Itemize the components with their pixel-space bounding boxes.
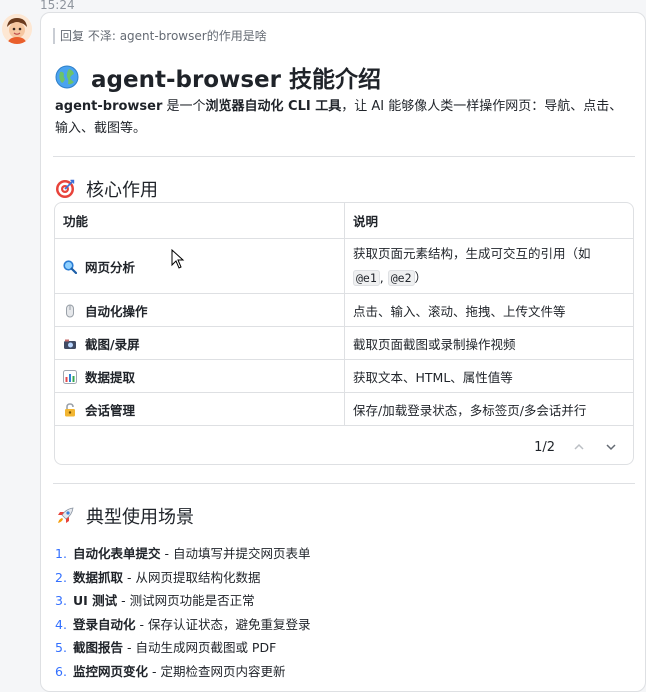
intro-tool-name: agent-browser — [55, 99, 163, 114]
column-header-feature: 功能 — [55, 203, 345, 239]
pager-indicator: 1/2 — [534, 439, 555, 455]
list-item: 1. 自动化表单提交 - 自动填写并提交网页表单 — [55, 542, 635, 566]
section-heading-core: 核心作用 — [55, 176, 158, 202]
desc-cell: 保存/加载登录状态，多标签页/多会话并行 — [344, 392, 633, 426]
reply-quoted-text: agent-browser的作用是啥 — [119, 29, 267, 43]
pager-next-button[interactable] — [603, 439, 619, 455]
desc-tail: ） — [414, 270, 428, 285]
table-row: 会话管理 保存/加载登录状态，多标签页/多会话并行 — [55, 392, 633, 426]
desc-cell: 获取文本、HTML、属性值等 — [344, 359, 633, 393]
usecase-name: 自动化表单提交 — [72, 546, 161, 561]
feature-name: 截图/录屏 — [85, 336, 140, 352]
globe-icon — [55, 65, 79, 89]
pager-prev-button[interactable] — [571, 439, 587, 455]
reply-prefix: 回复 不泽: — [60, 29, 116, 43]
column-header-desc: 说明 — [344, 203, 633, 239]
mouse-icon — [66, 304, 74, 317]
usecase-name: 数据抓取 — [72, 569, 123, 585]
list-number: 3. — [55, 593, 67, 608]
section-heading-usecases: 典型使用场景 — [55, 503, 194, 529]
usecase-name: UI 测试 — [72, 593, 118, 608]
table-row: 截图/录屏 截取页面截图或录制操作视频 — [55, 326, 633, 360]
list-item: 5. 截图报告 - 自动生成网页截图或 PDF — [55, 636, 635, 660]
list-item: 6. 监控网页变化 - 定期检查网页内容更新 — [55, 660, 635, 684]
desc-text: 获取页面元素结构，生成可交互的引用（如 — [353, 246, 591, 261]
usecase-desc: - 定期检查网页内容更新 — [148, 663, 286, 679]
intro-paragraph: agent-browser 是一个浏览器自动化 CLI 工具，让 AI 能够像人… — [55, 96, 635, 140]
desc-separator: , — [379, 270, 388, 285]
section-title-core: 核心作用 — [86, 180, 158, 201]
table-row: 自动化操作 点击、输入、滚动、拖拽、上传文件等 — [55, 293, 633, 327]
reply-quote[interactable]: 回复 不泽: agent-browser的作用是啥 — [53, 28, 267, 44]
bar-chart-icon — [63, 369, 77, 384]
feature-cell: 自动化操作 — [55, 293, 345, 327]
lock-icon — [65, 402, 75, 416]
magnifier-icon — [63, 259, 77, 274]
page-title-text: agent-browser 技能介绍 — [91, 67, 381, 93]
page-title: agent-browser 技能介绍 — [55, 61, 381, 93]
list-item: 4. 登录自动化 - 保存认证状态，避免重复登录 — [55, 613, 635, 637]
camera-icon — [64, 339, 76, 349]
table-row: 网页分析 获取页面元素结构，生成可交互的引用（如 @e1, @e2） — [55, 238, 633, 294]
divider — [53, 483, 635, 484]
usecase-list: 1. 自动化表单提交 - 自动填写并提交网页表单 2. 数据抓取 - 从网页提取… — [55, 542, 635, 683]
target-icon — [56, 179, 75, 198]
message-bubble: 回复 不泽: agent-browser的作用是啥 agent-browser … — [40, 12, 646, 692]
code-ref-e2: @e2 — [387, 270, 415, 286]
list-number: 5. — [55, 640, 67, 655]
table-header-row: 功能 说明 — [55, 203, 633, 239]
list-number: 4. — [55, 616, 67, 632]
usecase-desc: - 自动生成网页截图或 PDF — [123, 640, 277, 655]
feature-cell: 截图/录屏 — [55, 326, 345, 360]
usecase-name: 监控网页变化 — [72, 663, 148, 679]
table-pager: 1/2 — [534, 439, 619, 455]
chevron-up-icon — [574, 443, 584, 450]
intro-highlight: 浏览器自动化 CLI 工具 — [205, 99, 342, 114]
usecase-desc: - 保存认证状态，避免重复登录 — [135, 616, 311, 632]
feature-cell: 网页分析 — [55, 238, 345, 294]
desc-cell: 获取页面元素结构，生成可交互的引用（如 @e1, @e2） — [344, 238, 633, 294]
feature-cell: 会话管理 — [55, 392, 345, 426]
feature-cell: 数据提取 — [55, 359, 345, 393]
divider — [53, 156, 635, 157]
features-table-card: 功能 说明 网页分析 获取页面元素结构，生成可交互的引用（如 @e1, @e2） — [54, 202, 634, 465]
chevron-down-icon — [606, 444, 616, 451]
code-ref-e1: @e1 — [353, 270, 380, 286]
list-number: 6. — [55, 663, 67, 679]
message-timestamp: 15:24 — [40, 0, 75, 12]
rocket-icon — [58, 507, 74, 523]
table-row: 数据提取 获取文本、HTML、属性值等 — [55, 359, 633, 393]
list-number: 1. — [55, 546, 67, 561]
intro-text-1: 是一个 — [162, 99, 206, 114]
usecase-desc: - 自动填写并提交网页表单 — [160, 546, 311, 561]
desc-cell: 点击、输入、滚动、拖拽、上传文件等 — [344, 293, 633, 327]
usecase-name: 登录自动化 — [72, 616, 136, 632]
features-table: 功能 说明 网页分析 获取页面元素结构，生成可交互的引用（如 @e1, @e2） — [55, 203, 633, 426]
feature-name: 会话管理 — [85, 402, 136, 418]
feature-name: 自动化操作 — [85, 303, 148, 319]
usecase-name: 截图报告 — [72, 640, 123, 655]
usecase-desc: - 测试网页功能是否正常 — [117, 593, 255, 608]
mouse-cursor-icon — [171, 249, 185, 269]
list-number: 2. — [55, 569, 67, 585]
section-title-usecases: 典型使用场景 — [86, 507, 194, 528]
list-item: 3. UI 测试 - 测试网页功能是否正常 — [55, 589, 635, 613]
user-avatar[interactable] — [2, 14, 32, 44]
list-item: 2. 数据抓取 - 从网页提取结构化数据 — [55, 566, 635, 590]
feature-name: 数据提取 — [85, 369, 136, 385]
desc-cell: 截取页面截图或录制操作视频 — [344, 326, 633, 360]
usecase-desc: - 从网页提取结构化数据 — [123, 569, 261, 585]
feature-name: 网页分析 — [85, 259, 136, 275]
